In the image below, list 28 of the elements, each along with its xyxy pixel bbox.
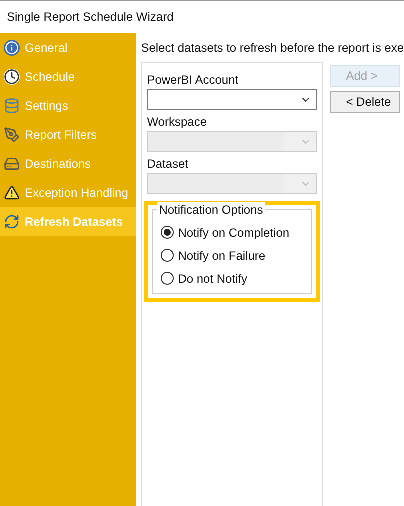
info-icon xyxy=(4,40,20,56)
radio-option[interactable]: Do not Notify xyxy=(161,270,304,287)
database-icon xyxy=(4,98,20,114)
field-label: PowerBI Account xyxy=(147,72,240,89)
sidebar-item[interactable]: Report Filters xyxy=(0,120,136,149)
radio-button[interactable] xyxy=(161,226,174,239)
delete-button[interactable]: < Delete xyxy=(330,91,400,113)
radio-button[interactable] xyxy=(161,249,174,262)
sidebar-item[interactable]: Settings xyxy=(0,91,136,120)
sidebar-item[interactable]: Exception Handling xyxy=(0,178,136,207)
refresh-icon xyxy=(4,214,20,230)
field-label: Workspace xyxy=(147,114,208,131)
group-title: Notification Options xyxy=(157,202,266,218)
sidebar-item[interactable]: Destinations xyxy=(0,149,136,178)
sidebar-item[interactable]: Schedule xyxy=(0,62,136,91)
clock-icon xyxy=(4,68,20,84)
instructions-text: Select datasets to refresh before the report is exe xyxy=(141,40,404,56)
warning-icon xyxy=(4,184,20,200)
radio-option[interactable]: Notify on Failure xyxy=(161,247,304,264)
sidebar-item[interactable]: Refresh Datasets xyxy=(0,207,136,236)
radio-button[interactable] xyxy=(161,272,174,285)
radio-option[interactable]: Notify on Completion xyxy=(161,224,304,241)
pen-icon xyxy=(4,126,20,142)
sidebar-item[interactable]: General xyxy=(0,33,136,62)
dropdown-field[interactable] xyxy=(147,89,318,110)
window-title: Single Report Schedule Wizard xyxy=(7,9,174,26)
field-label: Dataset xyxy=(147,156,190,173)
drive-icon xyxy=(4,156,20,172)
